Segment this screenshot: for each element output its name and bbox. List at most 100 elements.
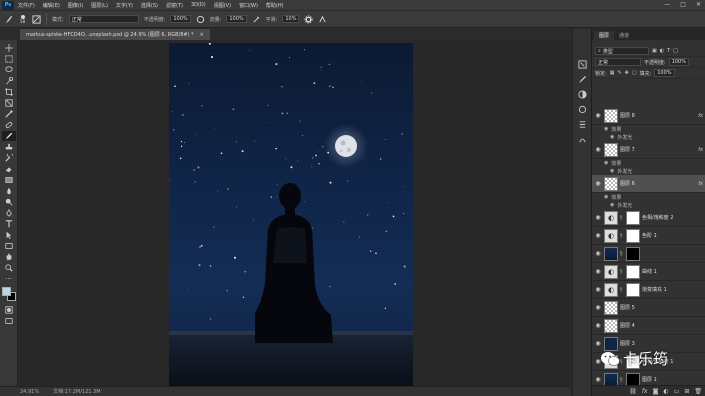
eye-icon[interactable]: ◉ (594, 340, 602, 347)
adjustments-panel-button[interactable] (576, 89, 588, 100)
fx-icon[interactable]: fx (698, 113, 703, 119)
layer-thumbnail[interactable] (604, 318, 618, 333)
filter-adjust-icon[interactable]: ◐ (660, 48, 664, 54)
canvas-workspace[interactable] (19, 40, 570, 387)
link-icon[interactable]: § (620, 287, 624, 293)
layer-effects-row[interactable]: ◉ 效果 (592, 193, 705, 201)
path-select-tool[interactable] (2, 230, 16, 240)
adjustment-layer-icon[interactable]: ◐ (663, 388, 668, 395)
quick-select-tool[interactable] (2, 76, 16, 86)
eye-icon[interactable]: ◉ (594, 180, 602, 187)
eye-icon[interactable]: ◉ (604, 194, 608, 200)
flow-field[interactable]: 100% (226, 15, 247, 23)
lock-all-icon[interactable]: ▢ (632, 70, 637, 76)
eye-icon[interactable]: ◉ (594, 304, 602, 311)
layer-name[interactable]: 图层 8 (620, 112, 696, 119)
brush-tool[interactable] (1, 130, 16, 141)
link-icon[interactable]: § (620, 269, 624, 275)
layer-mask-thumbnail[interactable] (626, 264, 640, 279)
close-window-button[interactable]: ✕ (696, 1, 701, 8)
layer-mask-thumbnail[interactable] (626, 372, 640, 385)
layer-row[interactable]: ◉ § 图层 1 (592, 371, 705, 385)
eye-icon[interactable]: ◉ (610, 168, 614, 174)
opacity-field[interactable]: 100% (170, 15, 191, 23)
eye-icon[interactable]: ◉ (594, 376, 602, 383)
layer-name[interactable]: 渐变填充 1 (642, 286, 705, 293)
layer-mask-thumbnail[interactable] (626, 282, 640, 297)
maximize-button[interactable]: □ (680, 1, 686, 8)
filter-pixel-icon[interactable]: ▣ (652, 48, 657, 54)
gradient-tool[interactable] (2, 175, 16, 185)
eye-icon[interactable]: ◉ (594, 250, 602, 257)
layer-thumbnail[interactable]: ◐ (604, 282, 618, 297)
foreground-color-swatch[interactable] (1, 287, 11, 296)
filter-type-icon[interactable]: T (667, 48, 670, 54)
menu-edit[interactable]: 编辑(E) (43, 2, 60, 9)
brush-preset-icon[interactable] (4, 15, 13, 24)
layer-name[interactable]: 曲线 1 (642, 268, 705, 275)
lasso-tool[interactable] (2, 65, 16, 75)
history-panel-button[interactable] (576, 59, 588, 70)
fx-icon[interactable]: fx (642, 388, 648, 395)
marquee-tool[interactable] (2, 54, 16, 64)
color-swatches[interactable] (1, 287, 16, 301)
layer-row[interactable]: ◉ 图层 8 fx (592, 107, 705, 125)
eraser-tool[interactable] (2, 164, 16, 174)
crop-tool[interactable] (2, 87, 16, 97)
brush-settings-panel-button[interactable] (576, 74, 588, 85)
layer-name[interactable]: 色相/饱和度 2 (642, 214, 705, 221)
link-icon[interactable]: § (620, 377, 624, 383)
shape-tool[interactable] (2, 241, 16, 251)
layer-thumbnail[interactable] (604, 372, 618, 385)
outer-glow-effect-row[interactable]: ◉ 外发光 (592, 167, 705, 175)
menu-filter[interactable]: 滤镜(T) (166, 2, 183, 9)
mask-icon[interactable]: ◙ (653, 388, 659, 395)
layer-thumbnail[interactable]: ◐ (604, 228, 618, 243)
link-icon[interactable]: § (620, 215, 624, 221)
zoom-level[interactable]: 24.91% (20, 389, 39, 395)
layer-thumbnail[interactable] (604, 300, 618, 315)
menu-help[interactable]: 帮助(H) (266, 2, 284, 9)
layer-name[interactable]: 图层 1 (642, 376, 705, 383)
layer-name[interactable]: 图层 3 (620, 340, 705, 347)
lock-paint-icon[interactable]: ✎ (617, 70, 621, 76)
symmetry-icon[interactable] (318, 15, 327, 24)
layer-effects-row[interactable]: ◉ 效果 (592, 159, 705, 167)
fill-field[interactable]: 100% (654, 69, 675, 77)
layer-mask-thumbnail[interactable] (626, 228, 640, 243)
eye-icon[interactable]: ◉ (610, 134, 614, 140)
layer-thumbnail[interactable] (604, 108, 618, 123)
document-canvas[interactable] (169, 43, 413, 387)
pen-tool[interactable] (2, 208, 16, 218)
layer-name[interactable]: 色阶 1 (642, 232, 705, 239)
layer-row[interactable]: ◉ ◐ § 色阶 1 (592, 227, 705, 245)
eye-icon[interactable]: ◉ (594, 112, 602, 119)
eye-icon[interactable]: ◉ (604, 126, 608, 132)
eye-icon[interactable]: ◉ (594, 268, 602, 275)
layer-thumbnail[interactable] (604, 246, 618, 261)
layer-name[interactable]: 图层 6 (620, 180, 696, 187)
more-tools[interactable]: ··· (2, 274, 16, 284)
properties-panel-button[interactable] (576, 119, 588, 130)
filter-shape-icon[interactable]: □ (673, 48, 678, 54)
menu-select[interactable]: 选择(S) (141, 2, 158, 9)
link-icon[interactable]: § (620, 233, 624, 239)
layer-opacity-field[interactable]: 100% (668, 58, 689, 66)
layer-row[interactable]: ◉ ◐ § 曲线 1 (592, 263, 705, 281)
frame-tool[interactable] (2, 98, 16, 108)
hand-tool[interactable] (2, 252, 16, 262)
layer-row[interactable]: ◉ § (592, 245, 705, 263)
layer-thumbnail[interactable]: ◐ (604, 210, 618, 225)
zoom-tool[interactable] (2, 263, 16, 273)
tab-layers[interactable]: 图层 (594, 31, 615, 40)
outer-glow-effect-row[interactable]: ◉ 外发光 (592, 133, 705, 141)
pressure-opacity-icon[interactable] (196, 15, 205, 24)
layer-row[interactable]: ◉ ◐ § 色相/饱和度 2 (592, 209, 705, 227)
type-tool[interactable] (2, 219, 16, 229)
stamp-tool[interactable] (2, 142, 16, 152)
libraries-panel-button[interactable] (576, 104, 588, 115)
document-size[interactable]: 文档:17.2M/121.3M (53, 388, 100, 395)
layer-row[interactable]: ◉ 图层 7 fx (592, 141, 705, 159)
gear-icon[interactable] (304, 14, 314, 24)
move-tool[interactable] (2, 43, 16, 53)
